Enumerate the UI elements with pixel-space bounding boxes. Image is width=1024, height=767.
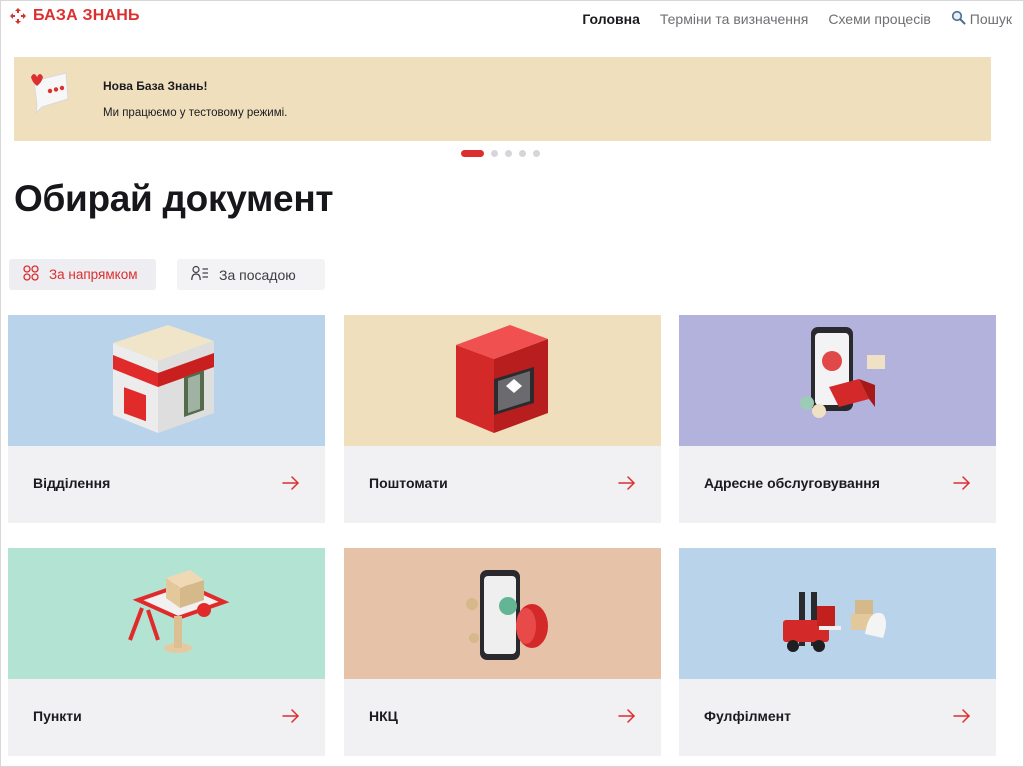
address-delivery-icon xyxy=(800,327,885,418)
card-address-service[interactable]: Адресне обслуговування xyxy=(679,315,996,523)
card-branches-footer: Відділення xyxy=(8,446,325,523)
card-points-label: Пункти xyxy=(33,708,82,724)
card-parcel-lockers-image xyxy=(344,315,661,446)
main-nav: Головна Терміни та визначення Схеми проц… xyxy=(582,10,1012,28)
arrow-right-icon xyxy=(953,476,971,495)
filter-by-position-label: За посадою xyxy=(219,266,296,283)
arrow-right-icon xyxy=(618,476,636,495)
card-contact-center-label: НКЦ xyxy=(369,708,398,724)
search-icon xyxy=(951,10,966,28)
card-points-image xyxy=(8,548,325,679)
card-branches-image xyxy=(8,315,325,446)
banner-title: Нова База Знань! xyxy=(103,79,208,93)
card-address-service-image xyxy=(679,315,996,446)
fulfillment-forklift-icon xyxy=(783,592,886,652)
arrow-right-icon xyxy=(618,709,636,728)
arrow-right-icon xyxy=(282,709,300,728)
card-contact-center[interactable]: НКЦ xyxy=(344,548,661,756)
search-label: Пошук xyxy=(969,11,1012,27)
filter-by-position[interactable]: За посадою xyxy=(177,259,325,290)
logo-icon xyxy=(9,7,27,25)
logo-text: БАЗА ЗНАНЬ xyxy=(33,7,140,24)
banner-text: Ми працюємо у тестовому режимі. xyxy=(103,107,288,119)
filter-by-direction[interactable]: За напрямком xyxy=(9,259,156,290)
branch-building-icon xyxy=(113,325,214,433)
grid-circles-icon xyxy=(23,265,39,284)
carousel-dot-1[interactable] xyxy=(461,150,484,157)
card-fulfillment-image xyxy=(679,548,996,679)
nav-terms[interactable]: Терміни та визначення xyxy=(660,11,808,27)
carousel-dot-2[interactable] xyxy=(491,150,498,157)
carousel-pagination xyxy=(461,150,540,157)
pickup-point-icon xyxy=(128,570,230,653)
user-list-icon xyxy=(191,265,209,284)
parcel-locker-icon xyxy=(456,325,548,433)
nav-process-schemes[interactable]: Схеми процесів xyxy=(828,11,930,27)
arrow-right-icon xyxy=(953,709,971,728)
arrow-right-icon xyxy=(282,476,300,495)
card-contact-center-image xyxy=(344,548,661,679)
card-contact-center-footer: НКЦ xyxy=(344,679,661,756)
card-branches[interactable]: Відділення xyxy=(8,315,325,523)
announcement-banner[interactable]: Нова База Знань! Ми працюємо у тестовому… xyxy=(14,57,991,141)
carousel-dot-3[interactable] xyxy=(505,150,512,157)
card-fulfillment-footer: Фулфілмент xyxy=(679,679,996,756)
card-fulfillment-label: Фулфілмент xyxy=(704,708,791,724)
card-fulfillment[interactable]: Фулфілмент xyxy=(679,548,996,756)
card-parcel-lockers-label: Поштомати xyxy=(369,475,448,491)
top-header: БАЗА ЗНАНЬ Головна Терміни та визначення… xyxy=(0,0,1024,38)
card-points[interactable]: Пункти xyxy=(8,548,325,756)
nav-home[interactable]: Головна xyxy=(582,11,640,27)
card-parcel-lockers-footer: Поштомати xyxy=(344,446,661,523)
card-address-service-label: Адресне обслуговування xyxy=(704,475,880,491)
card-parcel-lockers[interactable]: Поштомати xyxy=(344,315,661,523)
card-branches-label: Відділення xyxy=(33,475,111,491)
card-address-service-footer: Адресне обслуговування xyxy=(679,446,996,523)
chat-bubble-icon xyxy=(20,67,80,117)
carousel-dot-4[interactable] xyxy=(519,150,526,157)
carousel-dot-5[interactable] xyxy=(533,150,540,157)
contact-center-icon xyxy=(466,570,548,660)
logo[interactable]: БАЗА ЗНАНЬ xyxy=(9,7,140,25)
filter-by-direction-label: За напрямком xyxy=(49,267,138,282)
page-title: Обирай документ xyxy=(14,178,334,219)
card-points-footer: Пункти xyxy=(8,679,325,756)
search-link[interactable]: Пошук xyxy=(951,10,1012,28)
